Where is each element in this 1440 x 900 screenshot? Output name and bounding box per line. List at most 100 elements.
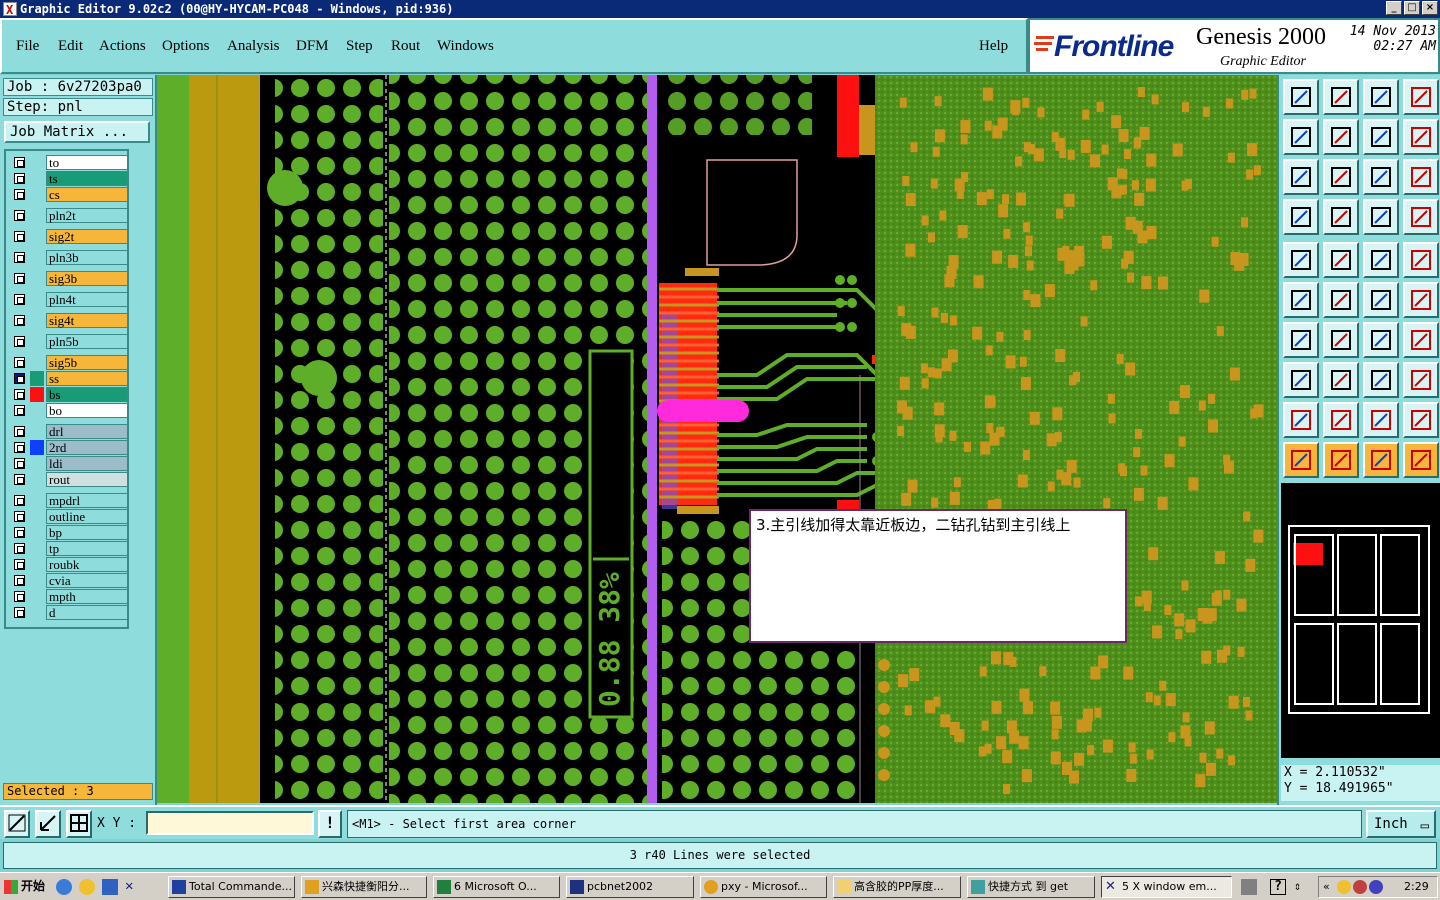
- task-pcbnet[interactable]: pcbnet2002: [566, 876, 694, 898]
- layer-compare-button[interactable]: [1363, 199, 1399, 235]
- layer-name[interactable]: pln2t: [46, 208, 128, 223]
- job-matrix-button[interactable]: Job Matrix ...: [4, 121, 150, 143]
- layer-checkbox[interactable]: [14, 474, 25, 485]
- task-email[interactable]: 高含胶的PP厚度...: [833, 876, 961, 898]
- tray-icon[interactable]: [1337, 880, 1351, 894]
- layer-row-sig2t[interactable]: sig2t: [10, 229, 128, 244]
- keyboard-icon[interactable]: [1241, 879, 1257, 895]
- task-word[interactable]: pxy - Microsof...: [700, 876, 827, 898]
- layer-row-mpdrl[interactable]: mpdrl: [10, 493, 128, 508]
- layer-row-pln5b[interactable]: pln5b: [10, 334, 128, 349]
- layer-row-bs[interactable]: bs: [10, 387, 128, 402]
- layer-row-pln3b[interactable]: pln3b: [10, 250, 128, 265]
- layer-row-rout[interactable]: rout: [10, 472, 128, 487]
- layer-row-ss[interactable]: ss: [10, 371, 128, 386]
- layer-name[interactable]: bs: [46, 387, 128, 402]
- layer-row-d[interactable]: d: [10, 605, 128, 620]
- route-button[interactable]: [1403, 442, 1439, 478]
- layer-name[interactable]: tp: [46, 541, 128, 556]
- overview-svg[interactable]: [1281, 483, 1440, 758]
- layer-name[interactable]: bo: [46, 403, 128, 418]
- layer-row-outline[interactable]: outline: [10, 509, 128, 524]
- layer-checkbox[interactable]: [14, 173, 25, 184]
- layer-color-swatch[interactable]: [30, 573, 44, 588]
- minimize-button[interactable]: _: [1386, 1, 1402, 15]
- layer-color-swatch[interactable]: [30, 440, 44, 455]
- pad-button[interactable]: [1403, 242, 1439, 278]
- horizontal-button[interactable]: [1323, 362, 1359, 398]
- layer-name[interactable]: mpth: [46, 589, 128, 604]
- layer-checkbox[interactable]: [14, 495, 25, 506]
- layer-name[interactable]: cvia: [46, 573, 128, 588]
- layer-color-swatch[interactable]: [30, 403, 44, 418]
- fit-button[interactable]: [1283, 159, 1319, 195]
- menu-step[interactable]: Step: [346, 38, 373, 55]
- layer-name[interactable]: pln5b: [46, 334, 128, 349]
- pointer-alt-button[interactable]: [1323, 442, 1359, 478]
- layer-color-swatch[interactable]: [30, 509, 44, 524]
- layer-name[interactable]: sig4t: [46, 313, 128, 328]
- layer-row-roubk[interactable]: roubk: [10, 557, 128, 572]
- flip-button[interactable]: [1363, 119, 1399, 155]
- connect-button[interactable]: [1283, 282, 1319, 318]
- layer-row-bp[interactable]: bp: [10, 525, 128, 540]
- a-shape-button[interactable]: [1363, 402, 1399, 438]
- task-browser[interactable]: 兴森快捷衡阳分...: [301, 876, 427, 898]
- zoom-area-button[interactable]: [35, 810, 61, 838]
- layer-name[interactable]: drl: [46, 424, 128, 439]
- menu-file[interactable]: File: [16, 38, 39, 55]
- layer-name[interactable]: ss: [46, 371, 128, 386]
- graphic-canvas[interactable]: 0.88 38%: [157, 75, 1277, 803]
- pointer-box-button[interactable]: [1363, 442, 1399, 478]
- question-button[interactable]: [1403, 159, 1439, 195]
- layer-row-bo[interactable]: bo: [10, 403, 128, 418]
- a-shape-alt-button[interactable]: [1403, 402, 1439, 438]
- x-window-icon[interactable]: ✕: [125, 879, 141, 895]
- layer-compare-alt-button[interactable]: [1403, 199, 1439, 235]
- task-x-window[interactable]: ✕ 5 X window em...: [1101, 876, 1232, 898]
- layer-checkbox[interactable]: [14, 231, 25, 242]
- menu-options[interactable]: Options: [162, 38, 210, 55]
- layer-checkbox[interactable]: [14, 373, 25, 384]
- symbol-button[interactable]: [1403, 322, 1439, 358]
- menu-windows[interactable]: Windows: [437, 38, 494, 55]
- layer-color-swatch[interactable]: [30, 187, 44, 202]
- layer-color-swatch[interactable]: [30, 250, 44, 265]
- layer-row-pln4t[interactable]: pln4t: [10, 292, 128, 307]
- layer-checkbox[interactable]: [14, 575, 25, 586]
- layer-color-swatch[interactable]: [30, 541, 44, 556]
- layer-name[interactable]: cs: [46, 187, 128, 202]
- triangle-button[interactable]: [1283, 402, 1319, 438]
- pcb-view[interactable]: 0.88 38%: [157, 75, 1277, 803]
- layer-name[interactable]: 2rd: [46, 440, 128, 455]
- tray-expand-icon[interactable]: «: [1323, 877, 1330, 897]
- layer-color-swatch[interactable]: [30, 525, 44, 540]
- help-icon[interactable]: ?: [1270, 879, 1286, 895]
- ruler-button[interactable]: [1363, 242, 1399, 278]
- tray-icon[interactable]: [1369, 880, 1383, 894]
- layer-row-to[interactable]: to: [10, 155, 128, 170]
- highlighted-feature[interactable]: [837, 75, 859, 157]
- layer-checkbox[interactable]: [14, 315, 25, 326]
- grid-button[interactable]: [66, 810, 92, 838]
- layer-row-cs[interactable]: cs: [10, 187, 128, 202]
- menu-analysis[interactable]: Analysis: [227, 38, 280, 55]
- layer-color-swatch[interactable]: [30, 371, 44, 386]
- dimension-button[interactable]: [1363, 362, 1399, 398]
- layer-checkbox[interactable]: [14, 294, 25, 305]
- layer-color-swatch[interactable]: [30, 355, 44, 370]
- layer-color-swatch[interactable]: [30, 292, 44, 307]
- layer-color-swatch[interactable]: [30, 456, 44, 471]
- layer-row-cvia[interactable]: cvia: [10, 573, 128, 588]
- tool-button[interactable]: [1283, 199, 1319, 235]
- next-button[interactable]: [1323, 119, 1359, 155]
- layer-checkbox[interactable]: [14, 511, 25, 522]
- layer-name[interactable]: to: [46, 155, 128, 170]
- layer-name[interactable]: mpdrl: [46, 493, 128, 508]
- layer-color-swatch[interactable]: [30, 271, 44, 286]
- layer-row-mpth[interactable]: mpth: [10, 589, 128, 604]
- app-quicklaunch-icon[interactable]: [102, 879, 118, 895]
- layer-name[interactable]: d: [46, 605, 128, 620]
- alert-button[interactable]: !: [318, 810, 342, 838]
- menu-dfm[interactable]: DFM: [296, 38, 329, 55]
